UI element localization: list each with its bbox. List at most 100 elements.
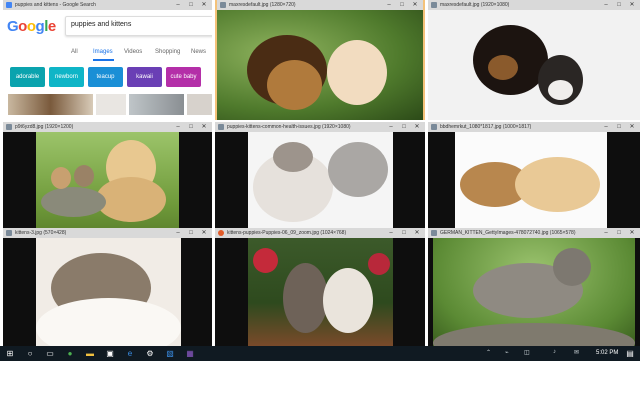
window-title: maxresdefault.jpg (1280×720) bbox=[229, 2, 296, 8]
close-icon[interactable]: ✕ bbox=[198, 228, 210, 238]
image-window[interactable]: maxresdefault.jpg (1920×1080) – □ ✕ bbox=[428, 0, 640, 120]
notifications-icon[interactable]: ▤ bbox=[624, 346, 636, 361]
search-input[interactable]: puppies and kittens bbox=[65, 16, 212, 36]
minimize-icon[interactable]: – bbox=[172, 0, 184, 10]
image-file-icon bbox=[431, 230, 437, 236]
window-title: bbdhemrkut_1080*1817.jpg (1000×1817) bbox=[440, 124, 532, 130]
maximize-icon[interactable]: □ bbox=[613, 0, 625, 10]
search-query: puppies and kittens bbox=[71, 21, 132, 28]
maximize-icon[interactable]: □ bbox=[185, 228, 197, 238]
image-window[interactable]: kittens-3.jpg (570×428) – □ ✕ bbox=[3, 228, 212, 346]
maximize-icon[interactable]: □ bbox=[613, 228, 625, 238]
photos-icon[interactable]: ▧ bbox=[164, 346, 176, 361]
tab-images[interactable]: Images bbox=[93, 49, 113, 55]
minimize-icon[interactable]: – bbox=[600, 228, 612, 238]
window-titlebar[interactable]: kittens-puppies-Puppies-06_09_zoom.jpg (… bbox=[215, 228, 425, 238]
tray-network-icon[interactable]: ⌁ bbox=[505, 349, 509, 356]
close-icon[interactable]: ✕ bbox=[198, 122, 210, 132]
close-icon[interactable]: ✕ bbox=[626, 0, 638, 10]
tray-display-icon[interactable]: ◫ bbox=[524, 349, 530, 356]
window-titlebar[interactable]: GERMAN_KITTEN_GettyImages-478072740.jpg … bbox=[428, 228, 640, 238]
result-thumbnail[interactable] bbox=[187, 94, 212, 115]
chrome-window-google-search[interactable]: puppies and kittens - Google Search – □ … bbox=[3, 0, 212, 115]
chrome-favicon-icon bbox=[218, 230, 224, 236]
windows-start-icon[interactable]: ⊞ bbox=[4, 346, 16, 361]
settings-icon[interactable]: ⚙ bbox=[144, 346, 156, 361]
tab-shopping[interactable]: Shopping bbox=[155, 49, 180, 55]
image-file-icon bbox=[431, 2, 437, 8]
image-window[interactable]: puppies-kittens-common-health-issues.jpg… bbox=[215, 122, 425, 236]
image-file-icon bbox=[6, 124, 12, 130]
image-viewport bbox=[217, 10, 423, 120]
window-titlebar[interactable]: maxresdefault.jpg (1920×1080) – □ ✕ bbox=[428, 0, 640, 10]
golden-puppy-and-kittens-photo bbox=[36, 132, 179, 236]
tray-message-icon[interactable]: ✉ bbox=[574, 349, 579, 356]
window-titlebar[interactable]: puppies-kittens-common-health-issues.jpg… bbox=[215, 122, 425, 132]
maximize-icon[interactable]: □ bbox=[185, 0, 197, 10]
maximize-icon[interactable]: □ bbox=[185, 122, 197, 132]
tab-all[interactable]: All bbox=[71, 49, 78, 55]
close-icon[interactable]: ✕ bbox=[411, 122, 423, 132]
sleeping-kitten-and-puppy-photo bbox=[455, 132, 607, 236]
file-explorer-icon[interactable]: ▬ bbox=[84, 346, 96, 361]
result-thumbnail[interactable] bbox=[8, 94, 93, 115]
window-title: p9t6yzd8.jpg (1920×1200) bbox=[15, 124, 74, 130]
minimize-icon[interactable]: – bbox=[385, 228, 397, 238]
minimize-icon[interactable]: – bbox=[385, 122, 397, 132]
image-viewport bbox=[428, 238, 640, 346]
chip-teacup[interactable]: teacup bbox=[88, 67, 123, 87]
maximize-icon[interactable]: □ bbox=[613, 122, 625, 132]
minimize-icon[interactable]: – bbox=[600, 0, 612, 10]
close-icon[interactable]: ✕ bbox=[626, 228, 638, 238]
tab-videos[interactable]: Videos bbox=[124, 49, 142, 55]
image-window[interactable]: GERMAN_KITTEN_GettyImages-478072740.jpg … bbox=[428, 228, 640, 346]
chip-adorable[interactable]: adorable bbox=[10, 67, 45, 87]
image-window[interactable]: bbdhemrkut_1080*1817.jpg (1000×1817) – □… bbox=[428, 122, 640, 236]
minimize-icon[interactable]: – bbox=[383, 0, 395, 10]
result-thumbnail[interactable] bbox=[96, 94, 126, 115]
tab-news[interactable]: News bbox=[191, 49, 206, 55]
maximize-icon[interactable]: □ bbox=[396, 0, 408, 10]
image-window[interactable]: maxresdefault.jpg (1280×720) – □ ✕ bbox=[215, 0, 425, 120]
close-icon[interactable]: ✕ bbox=[411, 228, 423, 238]
image-viewport bbox=[215, 132, 425, 236]
edge-icon[interactable]: e bbox=[124, 346, 136, 361]
active-tab-indicator bbox=[93, 59, 114, 61]
window-titlebar[interactable]: maxresdefault.jpg (1280×720) – □ ✕ bbox=[217, 0, 423, 10]
close-icon[interactable]: ✕ bbox=[626, 122, 638, 132]
image-window[interactable]: kittens-puppies-Puppies-06_09_zoom.jpg (… bbox=[215, 228, 425, 346]
image-window[interactable]: p9t6yzd8.jpg (1920×1200) – □ ✕ bbox=[3, 122, 212, 236]
minimize-icon[interactable]: – bbox=[172, 228, 184, 238]
store-icon[interactable]: ▣ bbox=[104, 346, 116, 361]
tabby-kitten-walking-photo bbox=[433, 238, 635, 346]
task-view-icon[interactable]: ▭ bbox=[44, 346, 56, 361]
search-tabs: All Images Videos Shopping News bbox=[61, 46, 212, 61]
window-title: kittens-puppies-Puppies-06_09_zoom.jpg (… bbox=[227, 230, 347, 236]
chip-kawaii[interactable]: kawaii bbox=[127, 67, 162, 87]
image-viewport bbox=[3, 238, 212, 346]
google-results-page: Google puppies and kittens All Images Vi… bbox=[3, 10, 212, 115]
chip-newborn[interactable]: newborn bbox=[49, 67, 84, 87]
taskbar-clock[interactable]: 5:02 PM bbox=[596, 350, 618, 356]
image-file-icon bbox=[6, 230, 12, 236]
close-icon[interactable]: ✕ bbox=[409, 0, 421, 10]
maximize-icon[interactable]: □ bbox=[398, 122, 410, 132]
window-titlebar[interactable]: bbdhemrkut_1080*1817.jpg (1000×1817) – □… bbox=[428, 122, 640, 132]
tray-people-icon[interactable]: ⌃ bbox=[486, 349, 491, 356]
chip-cute-baby[interactable]: cute baby bbox=[166, 67, 201, 87]
puppy-kissing-kitten-photo bbox=[217, 10, 423, 120]
onenote-icon[interactable]: ▦ bbox=[184, 346, 196, 361]
close-icon[interactable]: ✕ bbox=[198, 0, 210, 10]
search-icon[interactable]: ○ bbox=[24, 346, 36, 361]
window-titlebar[interactable]: kittens-3.jpg (570×428) – □ ✕ bbox=[3, 228, 212, 238]
chrome-icon[interactable]: ● bbox=[64, 346, 76, 361]
sleeping-tabby-kitten-photo bbox=[36, 238, 181, 346]
window-titlebar[interactable]: puppies and kittens - Google Search – □ … bbox=[3, 0, 212, 10]
minimize-icon[interactable]: – bbox=[172, 122, 184, 132]
minimize-icon[interactable]: – bbox=[600, 122, 612, 132]
google-favicon-icon bbox=[6, 2, 12, 8]
window-titlebar[interactable]: p9t6yzd8.jpg (1920×1200) – □ ✕ bbox=[3, 122, 212, 132]
tray-volume-icon[interactable]: ♪ bbox=[553, 349, 556, 355]
result-thumbnail[interactable] bbox=[129, 94, 184, 115]
maximize-icon[interactable]: □ bbox=[398, 228, 410, 238]
